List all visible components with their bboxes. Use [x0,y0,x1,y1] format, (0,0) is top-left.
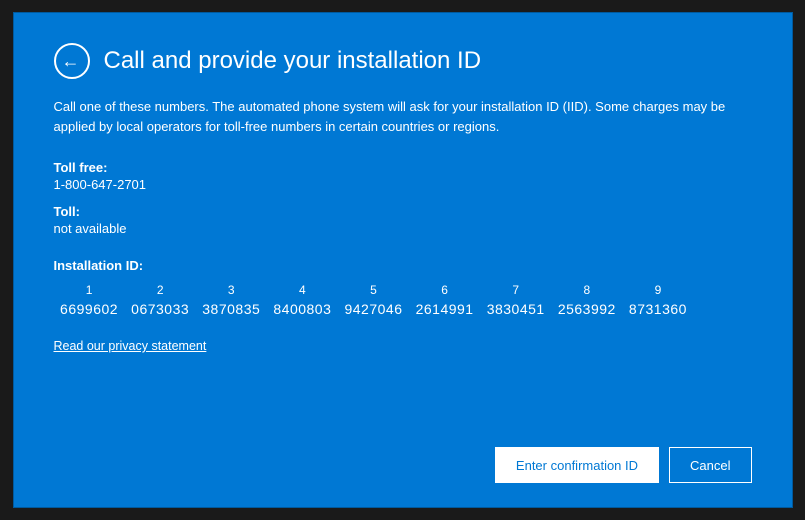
id-number-row: 123456789 [54,281,694,299]
toll-free-value: 1-800-647-2701 [54,177,752,192]
enter-confirmation-button[interactable]: Enter confirmation ID [495,447,659,483]
id-column-number: 5 [338,281,409,299]
id-segment-row: 6699602067303338708358400803942704626149… [54,299,694,319]
page-title: Call and provide your installation ID [104,47,482,75]
toll-section: Toll: not available [54,204,752,236]
id-segment: 2563992 [551,299,622,319]
id-column-number: 9 [622,281,693,299]
id-column-number: 4 [267,281,338,299]
toll-label: Toll: [54,204,752,219]
id-segment: 2614991 [409,299,480,319]
installation-id-label: Installation ID: [54,258,752,273]
main-window: ← Call and provide your installation ID … [13,12,793,508]
footer: Enter confirmation ID Cancel [54,431,752,483]
toll-free-section: Toll free: 1-800-647-2701 [54,160,752,192]
id-segment: 3870835 [196,299,267,319]
id-segment: 8400803 [267,299,338,319]
id-column-number: 6 [409,281,480,299]
header: ← Call and provide your installation ID [54,43,752,79]
id-column-number: 1 [54,281,125,299]
description-text: Call one of these numbers. The automated… [54,97,734,136]
id-segment: 3830451 [480,299,551,319]
installation-id-section: Installation ID: 123456789 6699602067303… [54,258,752,319]
cancel-button[interactable]: Cancel [669,447,751,483]
id-segment: 6699602 [54,299,125,319]
id-column-number: 3 [196,281,267,299]
id-column-number: 7 [480,281,551,299]
id-column-number: 8 [551,281,622,299]
id-segment: 9427046 [338,299,409,319]
id-segment: 0673033 [125,299,196,319]
toll-free-label: Toll free: [54,160,752,175]
id-segment: 8731360 [622,299,693,319]
content-area: Toll free: 1-800-647-2701 Toll: not avai… [54,160,752,431]
back-button[interactable]: ← [54,43,90,79]
id-column-number: 2 [125,281,196,299]
privacy-link[interactable]: Read our privacy statement [54,339,752,353]
toll-value: not available [54,221,752,236]
back-arrow-icon: ← [62,52,80,70]
